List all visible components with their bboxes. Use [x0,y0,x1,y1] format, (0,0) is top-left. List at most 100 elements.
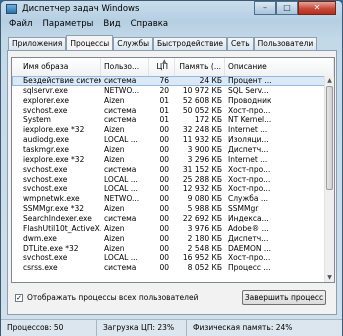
process-cpu: 00 [159,144,169,154]
process-cpu: 00 [159,184,169,194]
process-row[interactable]: dwm.exe Aizen 00 2 180 КБ Диспетч... [12,234,325,244]
process-name: svchost.exe [23,174,68,184]
process-description: Процент ... [228,75,272,85]
process-row[interactable]: FlashUtil10t_ActiveX.exe *32Aizen 00 3 976… [12,224,325,234]
process-user: система [104,115,137,125]
process-memory: 2 180 КБ [187,233,222,243]
column-description[interactable]: Описание [225,58,334,76]
process-memory: 2 548 КБ [187,243,222,253]
process-row[interactable]: svchost.exe система 01 50 052 КБ Хост-про... [12,106,325,116]
process-row[interactable]: DTLite.exe *32 Aizen 00 2 548 КБ DAEMON ... [12,244,325,254]
process-description: Хост-про... [228,174,271,184]
list-header: Имя образа Пользо... ЦП Память (... Опис… [12,58,334,77]
process-description: Процесс ... [228,263,271,273]
process-row[interactable]: SSMMgr.exe *32 Aizen 00 5 988 КБ SSMMgr [12,204,325,214]
process-row[interactable]: audiodg.exe LOCAL ... 00 11 932 КБ Изоляци..… [12,135,325,145]
process-cpu: 00 [159,263,169,273]
scroll-up-arrow-icon[interactable]: ▲ [325,76,334,85]
process-name: audiodg.exe [23,135,69,145]
process-memory: 5 988 КБ [187,204,222,214]
process-row[interactable]: svchost.exe LOCAL ... 00 12 932 КБ Хост-про.… [12,184,325,194]
process-row[interactable]: iexplore.exe *32 Aizen 00 3 296 КБ Internet … [12,155,325,165]
process-list[interactable]: Имя образа Пользо... ЦП Память (... Опис… [11,57,335,283]
column-user-name[interactable]: Пользо... [101,58,149,76]
process-row[interactable]: wmpnetwk.exe NETWO... 00 9 080 КБ Служба ... [12,194,325,204]
column-image-name[interactable]: Имя образа [12,58,101,76]
process-description: Хост-про... [228,105,271,115]
tab-services[interactable]: Службы [113,37,153,50]
process-cpu: 00 [159,243,169,253]
scrollbar-thumb[interactable] [326,86,333,190]
process-row[interactable]: iexplore.exe *32 Aizen 00 32 248 КБ Internet… [12,125,325,135]
process-row[interactable]: taskmgr.exe Aizen 00 3 900 КБ Диспетч... [12,145,325,155]
process-description: Проводник [228,95,272,105]
menu-file[interactable]: Файл [4,18,37,30]
process-cpu: 00 [159,204,169,214]
menu-help[interactable]: Справка [126,18,173,30]
title-bar[interactable]: Диспетчер задач Windows – □ ✕ [5,1,338,17]
process-user: Aizen [104,125,125,135]
process-memory: 16 952 КБ [182,253,222,263]
process-row[interactable]: svchost.exe LOCAL ... 00 25 288 КБ Хост-про.… [12,175,325,185]
process-user: Aizen [104,223,125,233]
column-memory[interactable]: Память (... [175,58,225,76]
process-name: sqlservr.exe [23,85,68,95]
process-name: SearchIndexer.exe [23,213,92,223]
process-user: LOCAL ... [104,174,138,184]
process-name: iexplore.exe *32 [23,125,85,135]
process-description: Диспетч... [228,233,269,243]
process-description: Служба ... [228,194,268,204]
vertical-scrollbar[interactable]: ▲ ▼ [324,76,334,282]
process-description: NT Kernel... [228,115,272,125]
process-cpu: 01 [159,95,169,105]
window-controls: – □ ✕ [254,1,336,15]
process-cpu: 00 [159,125,169,135]
process-description: SSMMgr [228,204,259,214]
tab-users[interactable]: Пользователи [253,37,318,50]
show-all-users-checkbox[interactable]: ✓ [15,293,23,302]
process-row[interactable]: SearchIndexer.exe система 00 22 692 КБ Индек… [12,214,325,224]
maximize-button[interactable]: □ [276,1,298,15]
process-name: DTLite.exe *32 [23,243,79,253]
process-row[interactable]: Бездействие системысистема 76 24 КБ Процент… [12,76,325,86]
tab-performance[interactable]: Быстродействие [153,37,227,50]
scroll-down-arrow-icon[interactable]: ▼ [325,273,334,282]
tab-processes[interactable]: Процессы [66,35,114,50]
menu-view[interactable]: Вид [98,18,125,30]
process-row[interactable]: sqlservr.exe NETWO... 20 10 972 КБ SQL Serv.… [12,86,325,96]
process-user: Aizen [104,144,125,154]
process-cpu: 00 [159,213,169,223]
process-cpu: 01 [159,115,169,125]
task-manager-window: Диспетчер задач Windows – □ ✕ Файл Парам… [0,0,343,336]
process-cpu: 76 [159,75,169,85]
process-name: svchost.exe [23,164,68,174]
process-row[interactable]: explorer.exe Aizen 01 52 608 КБ Проводник [12,96,325,106]
process-memory: 52 608 КБ [182,95,222,105]
process-user: LOCAL ... [104,184,138,194]
process-row[interactable]: System система 01 172 КБ NT Kernel... [12,115,325,125]
process-user: LOCAL ... [104,253,138,263]
process-description: Хост-про... [228,164,271,174]
menu-options[interactable]: Параметры [37,18,98,30]
show-all-users-option[interactable]: ✓ Отображать процессы всех пользователей [15,293,198,302]
process-row[interactable]: svchost.exe система 00 31 152 КБ Хост-про... [12,165,325,175]
process-name: csrss.exe [23,263,58,273]
process-name: svchost.exe [23,253,68,263]
minimize-button[interactable]: – [254,1,276,15]
process-row[interactable]: csrss.exe система 00 8 052 КБ Процесс ... [12,263,325,273]
tab-networking[interactable]: Сеть [226,37,254,50]
task-manager-icon [6,4,17,14]
process-description: Internet ... [228,154,268,164]
process-user: Aizen [104,204,125,214]
process-memory: 32 248 КБ [182,125,222,135]
tab-applications[interactable]: Приложения [8,37,67,50]
process-name: iexplore.exe *32 [23,154,85,164]
process-row[interactable]: svchost.exe LOCAL ... 00 16 952 КБ Хост-про.… [12,253,325,263]
process-description: Internet ... [228,125,268,135]
process-description: DAEMON ... [228,243,272,253]
close-button[interactable]: ✕ [298,1,336,15]
status-bar: Процессов: 50 Загрузка ЦП: 23% Физическа… [1,319,342,336]
process-memory: 10 972 КБ [182,85,222,95]
show-all-users-label: Отображать процессы всех пользователей [27,293,199,302]
end-process-button[interactable]: Завершить процесс [242,290,326,305]
